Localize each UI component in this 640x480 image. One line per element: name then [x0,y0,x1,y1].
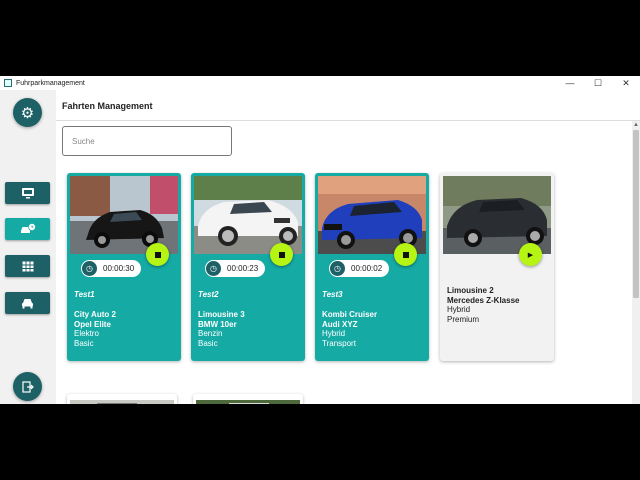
stop-icon [154,251,161,258]
sidebar: ⚙ [0,90,56,404]
start-trip-button[interactable]: ▶ [519,243,542,266]
vehicle-tier: Basic [198,338,218,348]
vertical-scrollbar[interactable]: ▲ [632,121,640,404]
monitor-icon [21,188,34,199]
nav-dashboard-button[interactable] [5,182,50,204]
app-window: Fuhrparkmanagement — ☐ ✕ ⚙ Fahrten Manag… [0,76,640,404]
vehicle-name: City Auto 2 [74,310,116,319]
trip-name: Test1 [74,290,95,299]
vehicle-image [443,176,551,254]
trip-timer: ◷ 00:00:30 [81,260,141,277]
main-content: Fahrten Management ◷ 00:00:30 [56,90,640,404]
timer-value: 00:00:23 [227,264,259,273]
close-button[interactable]: ✕ [612,76,640,90]
timer-icon: ◷ [206,261,221,276]
trip-card[interactable]: ◷ 00:00:02 Test3 Kombi Cruiser Audi XYZ … [315,173,429,361]
settings-button[interactable]: ⚙ [13,98,42,127]
vehicle-info: Limousine 2 Mercedes Z-Klasse Hybrid Pre… [447,286,519,324]
trip-timer: ◷ 00:00:02 [329,260,389,277]
vehicle-info: Kombi Cruiser Audi XYZ Hybrid Transport [322,310,377,348]
nav-trips-button[interactable] [5,218,50,240]
vehicle-model: Audi XYZ [322,319,358,329]
trip-name: Test2 [198,290,219,299]
stop-trip-button[interactable] [270,243,293,266]
stop-trip-button[interactable] [146,243,169,266]
vehicle-fuel: Hybrid [447,305,471,315]
trip-timer: ◷ 00:00:23 [205,260,265,277]
app-icon [4,79,12,87]
logout-button[interactable] [13,372,42,401]
vehicle-fuel: Elektro [74,329,99,339]
vehicle-name: Limousine 3 [198,310,245,319]
vehicle-card[interactable] [193,394,303,404]
vehicle-image [196,400,300,404]
window-controls: — ☐ ✕ [556,76,640,90]
car-clock-icon [20,223,35,233]
vehicle-model: Mercedes Z-Klasse [447,295,520,305]
scroll-thumb[interactable] [633,130,639,298]
maximize-button[interactable]: ☐ [584,76,612,90]
vehicle-image [318,176,426,254]
vehicle-model: BMW 10er [198,319,237,329]
table-icon [22,261,33,271]
vehicle-tier: Transport [322,338,356,348]
vehicle-tier: Premium [447,314,480,324]
stop-icon [402,251,409,258]
timer-value: 00:00:30 [103,264,135,273]
trip-card[interactable]: ◷ 00:00:30 Test1 City Auto 2 Opel Elite … [67,173,181,361]
timer-icon: ◷ [330,261,345,276]
scroll-up-icon[interactable]: ▲ [632,121,640,129]
stop-icon [278,251,285,258]
window-title: Fuhrparkmanagement [16,79,85,87]
vehicle-image [194,176,302,254]
vehicle-model: Opel Elite [74,319,111,329]
vehicle-tier: Basic [74,338,94,348]
trip-name: Test3 [322,290,343,299]
vehicle-info: Limousine 3 BMW 10er Benzin Basic [198,310,245,348]
nav-vehicles-button[interactable] [5,292,50,314]
trip-card[interactable]: ◷ 00:00:23 Test2 Limousine 3 BMW 10er Be… [191,173,305,361]
gear-icon: ⚙ [20,104,35,122]
vehicle-name: Limousine 2 [447,286,494,295]
vehicle-image [70,400,174,404]
header-divider [56,120,640,121]
timer-icon: ◷ [82,261,97,276]
vehicle-fuel: Benzin [198,329,223,339]
page-title: Fahrten Management [62,101,153,111]
search-input[interactable] [62,126,232,156]
stop-trip-button[interactable] [394,243,417,266]
vehicle-card[interactable]: ▶ Limousine 2 Mercedes Z-Klasse Hybrid P… [440,173,554,361]
nav-table-button[interactable] [5,255,50,277]
vehicle-card[interactable] [67,394,177,404]
minimize-button[interactable]: — [556,76,584,90]
car-icon [22,298,33,308]
vehicle-name: Kombi Cruiser [322,310,378,319]
timer-value: 00:00:02 [351,264,383,273]
title-bar: Fuhrparkmanagement — ☐ ✕ [0,76,640,90]
play-icon: ▶ [527,251,534,259]
vehicle-info: City Auto 2 Opel Elite Elektro Basic [74,310,116,348]
vehicle-fuel: Hybrid [322,329,346,339]
vehicle-image [70,176,178,254]
logout-icon [21,380,34,393]
